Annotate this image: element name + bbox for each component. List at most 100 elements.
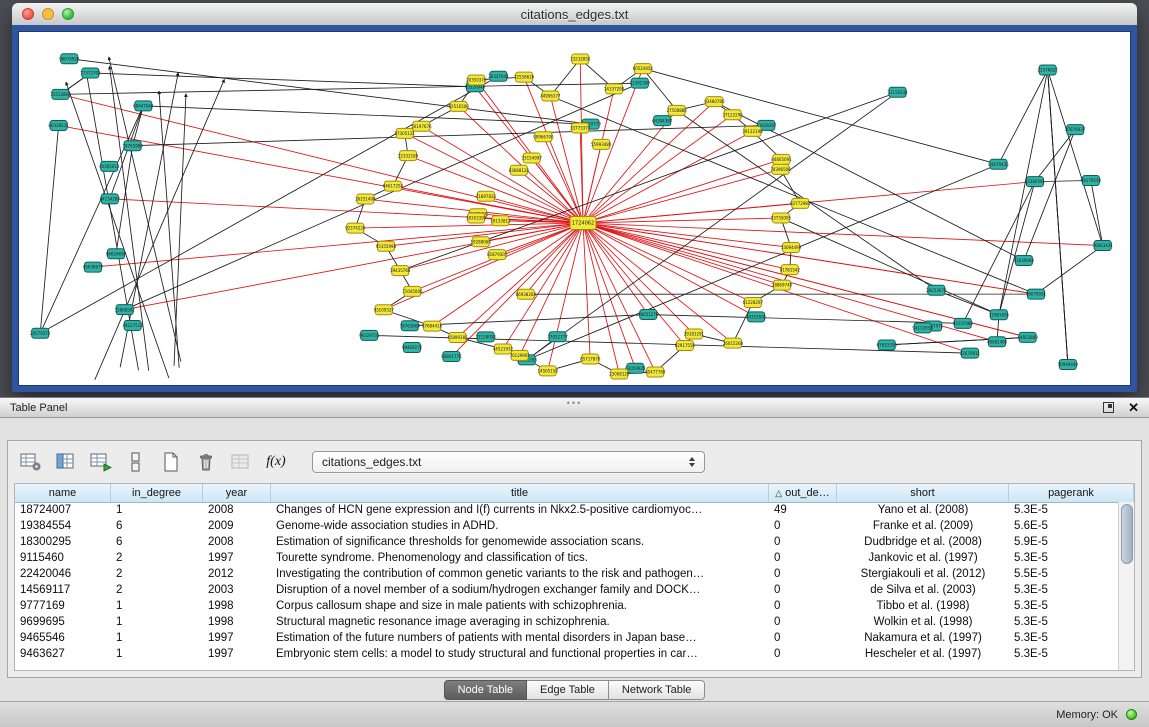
graph-node[interactable]: 44996377 — [540, 91, 561, 101]
graph-node[interactable]: 26251408 — [355, 194, 376, 204]
graph-node[interactable]: 48081460 — [987, 337, 1008, 347]
graph-node[interactable]: 45899385 — [447, 332, 468, 342]
graph-node[interactable]: 20350376 — [466, 75, 487, 85]
graph-node[interactable]: 84670435 — [988, 159, 1009, 169]
close-panel-icon[interactable]: ✕ — [1128, 402, 1139, 413]
graph-node[interactable]: 64394387 — [652, 116, 673, 126]
graph-node[interactable]: 50994449 — [1058, 360, 1079, 370]
graph-node[interactable]: 31150334 — [887, 87, 908, 97]
graph-node[interactable]: 65477769 — [645, 367, 666, 377]
graph-node[interactable]: 67633350 — [877, 340, 898, 350]
graph-node[interactable]: 96076591 — [1026, 289, 1047, 299]
zoom-window-button[interactable] — [62, 8, 74, 20]
graph-node[interactable]: 92374226 — [345, 223, 366, 233]
graph-node[interactable]: 44922889 — [1017, 332, 1038, 342]
graph-node[interactable]: 93137480 — [953, 318, 974, 328]
graph-node[interactable]: 60524954 — [633, 64, 654, 74]
graph-node[interactable]: 20570572 — [30, 328, 51, 338]
graph-node[interactable]: 44521932 — [493, 344, 514, 354]
graph-node[interactable]: 52516500 — [449, 101, 470, 111]
table-row[interactable]: 1456911722003Disruption of a novel membe… — [15, 582, 1119, 598]
table-row[interactable]: 1938455462009Genome-wide association stu… — [15, 518, 1119, 534]
tab-edge-table[interactable]: Edge Table — [527, 680, 609, 700]
graph-node[interactable]: 98469272 — [402, 343, 423, 353]
graph-node[interactable]: 86626697 — [106, 249, 127, 259]
graph-node[interactable]: 13232850 — [570, 54, 591, 64]
graph-node[interactable]: 84805091 — [771, 154, 792, 164]
graph-node[interactable]: 19133813 — [490, 216, 511, 226]
graph-node[interactable]: 49227513 — [122, 320, 143, 330]
memory-ok-indicator[interactable] — [1126, 709, 1137, 720]
graph-node[interactable]: 50197676 — [411, 121, 432, 131]
graph-node[interactable]: 39765980 — [122, 141, 143, 151]
graph-node[interactable]: 95355998 — [376, 241, 397, 251]
graph-node[interactable]: 21576822 — [1037, 65, 1058, 75]
column-header-in-degree[interactable]: in_degree — [111, 484, 203, 502]
table-row[interactable]: 946362711997Embryonic stem cells: a mode… — [15, 646, 1119, 662]
graph-node[interactable]: 27508886 — [666, 105, 687, 115]
graph-node[interactable]: 72558626 — [514, 72, 535, 82]
graph-node[interactable]: 97684416 — [422, 321, 443, 331]
graph-node[interactable]: 93480780 — [704, 97, 725, 107]
graph-node[interactable]: 19288060 — [471, 237, 492, 247]
table-scrollbar[interactable] — [1118, 502, 1134, 670]
graph-node[interactable]: 86338531 — [48, 120, 69, 130]
graph-node[interactable]: 33773373 — [570, 123, 591, 133]
graph-node[interactable]: 73384591 — [1025, 177, 1046, 187]
graph-node[interactable]: 76663421 — [1093, 241, 1114, 251]
graph-node[interactable]: 23008120 — [609, 369, 630, 379]
graph-node[interactable]: 11392308 — [630, 78, 651, 88]
tab-network-table[interactable]: Network Table — [609, 680, 706, 700]
delete-table-icon[interactable] — [193, 449, 219, 475]
graph-node[interactable]: 85638677 — [83, 262, 104, 272]
graph-node[interactable]: 63688120 — [509, 165, 530, 175]
table-select[interactable]: citations_edges.txt — [312, 451, 705, 473]
column-header-title[interactable]: title — [271, 484, 769, 502]
graph-node[interactable]: 26015268 — [723, 338, 744, 348]
show-columns-icon[interactable] — [53, 449, 79, 475]
graph-node[interactable]: 62772981 — [790, 198, 811, 208]
new-table-icon[interactable] — [158, 449, 184, 475]
column-header-year[interactable]: year — [203, 484, 271, 502]
graph-node[interactable]: 1724062 — [570, 217, 596, 230]
graph-node[interactable]: 82917556 — [675, 341, 696, 351]
graph-node[interactable]: 13094499 — [781, 242, 802, 252]
graph-node[interactable]: 91649068 — [1014, 255, 1035, 265]
graph-node[interactable]: 14505158 — [538, 366, 559, 376]
graph-node[interactable]: 94132953 — [912, 323, 933, 333]
graph-node[interactable]: 14337290 — [604, 84, 625, 94]
graph-node[interactable]: 29181291 — [684, 329, 705, 339]
graph-node[interactable]: 81781542 — [780, 265, 801, 275]
table-row[interactable]: 2242004622012Investigating the contribut… — [15, 566, 1119, 582]
graph-node[interactable]: 78763660 — [400, 321, 421, 331]
graph-node[interactable]: 39132198 — [742, 126, 763, 136]
graph-node[interactable]: 33735005 — [771, 213, 792, 223]
graph-node[interactable]: 55993480 — [591, 139, 612, 149]
column-header-out-de-[interactable]: △out_de… — [769, 484, 837, 502]
scrollbar-thumb[interactable] — [1121, 504, 1133, 564]
graph-node[interactable]: 37122296 — [722, 110, 743, 120]
graph-node[interactable]: 39435768 — [390, 266, 411, 276]
graph-node[interactable]: 66938264 — [516, 289, 537, 299]
graph-node[interactable]: 61228297 — [743, 298, 764, 308]
graph-node[interactable]: 26337644 — [488, 71, 509, 81]
tab-node-table[interactable]: Node Table — [444, 680, 527, 700]
graph-node[interactable]: 99966700 — [533, 132, 554, 142]
graph-node[interactable]: 22670911 — [960, 348, 981, 358]
graph-node[interactable]: 68447944 — [133, 101, 154, 111]
column-header-name[interactable]: name — [15, 484, 111, 502]
graph-node[interactable]: 70129901 — [510, 350, 531, 360]
window-titlebar[interactable]: citations_edges.txt — [12, 3, 1137, 26]
float-panel-icon[interactable] — [1103, 402, 1114, 413]
table-row[interactable]: 969969511998Structural magnetic resonanc… — [15, 614, 1119, 630]
create-column-icon[interactable] — [88, 449, 114, 475]
graph-node[interactable]: 81879307 — [487, 250, 508, 260]
graph-node[interactable]: 37052777 — [547, 332, 568, 342]
minimize-window-button[interactable] — [42, 8, 54, 20]
graph-node[interactable]: 11513860 — [50, 89, 71, 99]
graph-node[interactable]: 87876937 — [1065, 125, 1086, 135]
panel-resize-handle[interactable]: ••• — [567, 400, 582, 406]
graph-node[interactable]: 64134287 — [100, 194, 121, 204]
graph-node[interactable]: 21897833 — [476, 191, 497, 201]
graph-node[interactable]: 76651276 — [638, 310, 659, 320]
